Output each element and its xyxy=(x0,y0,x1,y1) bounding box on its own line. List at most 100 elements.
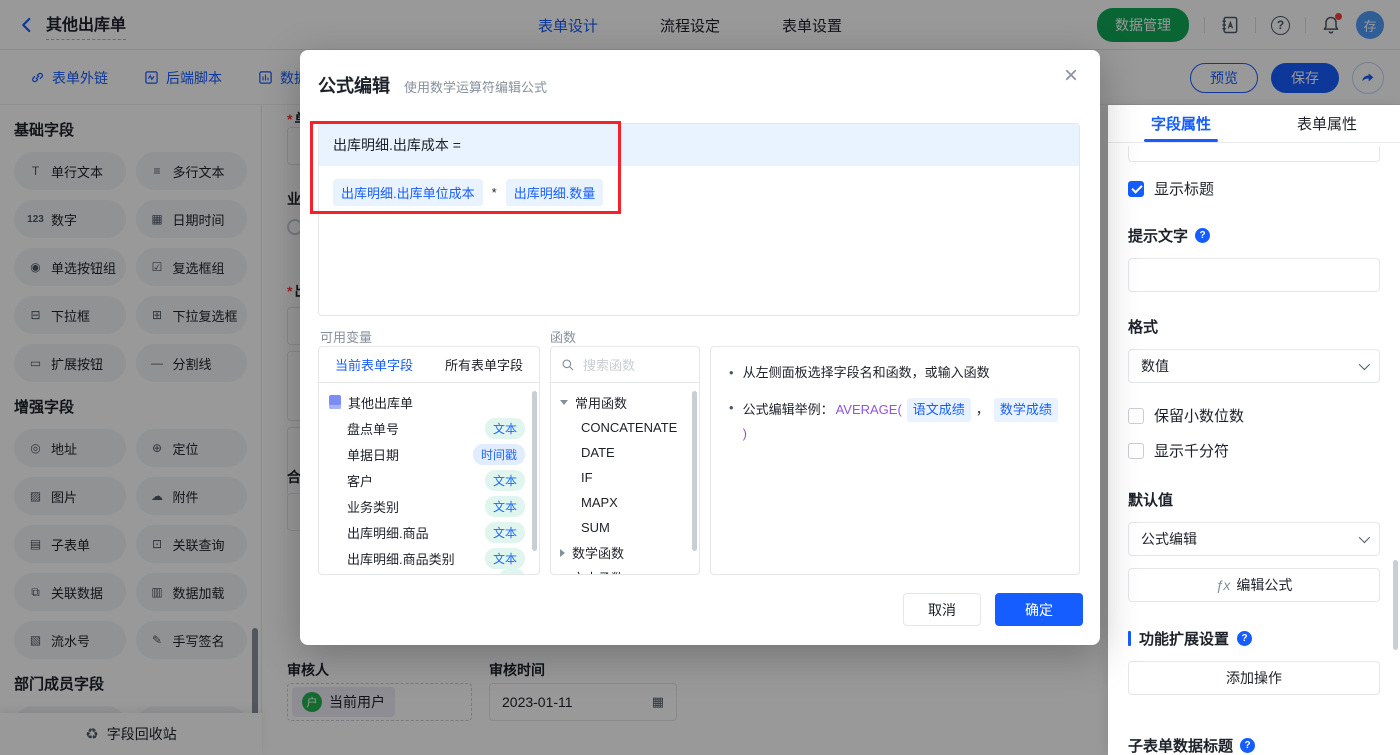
function-item-sum[interactable]: SUM xyxy=(551,515,699,540)
function-search[interactable]: 搜索函数 xyxy=(551,347,699,383)
functions-panel: 搜索函数 常用函数 CONCATENATE DATE IF MAPX SUM 数… xyxy=(550,346,700,575)
formula-operator: * xyxy=(491,185,497,200)
function-group-text[interactable]: 文本函数 xyxy=(551,565,699,574)
confirm-button[interactable]: 确定 xyxy=(995,593,1083,626)
tab-form-properties[interactable]: 表单属性 xyxy=(1254,105,1400,142)
chevron-right-icon xyxy=(560,573,565,574)
variable-tree-root[interactable]: 其他出库单 xyxy=(319,389,539,415)
thousands-label: 显示千分符 xyxy=(1154,443,1230,460)
example-function-close: ) xyxy=(742,426,747,441)
keep-decimals-label: 保留小数位数 xyxy=(1154,408,1245,425)
root-name: 其他出库单 xyxy=(348,395,414,411)
tab-current-form-fields[interactable]: 当前表单字段 xyxy=(319,347,429,382)
format-select[interactable]: 数值 xyxy=(1128,349,1380,383)
search-icon xyxy=(562,358,574,370)
add-action-button[interactable]: 添加操作 xyxy=(1128,661,1380,695)
checkbox-checked[interactable] xyxy=(1128,180,1144,197)
type-badge: 文本 xyxy=(484,521,525,543)
tab-all-form-fields[interactable]: 所有表单字段 xyxy=(429,347,539,382)
variable-name: 出库明细.商品 xyxy=(347,525,429,541)
show-title-row[interactable]: 显示标题 xyxy=(1128,178,1380,199)
example-field-chip: 数学成绩 xyxy=(993,398,1058,422)
show-title-label: 显示标题 xyxy=(1154,181,1215,198)
section-bar xyxy=(1128,631,1131,646)
variable-row[interactable]: 出库明细.商品类别 文本 xyxy=(319,545,539,571)
variable-row[interactable]: 单据日期 时间戳 xyxy=(319,441,539,467)
extension-settings-section: 功能扩展设置 ? xyxy=(1128,628,1380,649)
label-text: 格式 xyxy=(1128,319,1159,336)
edit-formula-button[interactable]: ƒx 编辑公式 xyxy=(1128,568,1380,602)
example-function-name: AVERAGE( xyxy=(835,402,902,417)
default-value-select[interactable]: 公式编辑 xyxy=(1128,522,1380,556)
modal-subtitle: 使用数学运算符编辑公式 xyxy=(404,80,548,95)
variable-name: 客户 xyxy=(347,473,374,489)
variable-row[interactable]: 出库明细.商品 文本 xyxy=(319,519,539,545)
variables-label: 可用变量 xyxy=(320,330,373,345)
chevron-down-icon xyxy=(1358,531,1371,544)
type-badge: 时间戳 xyxy=(472,443,525,465)
group-label: 常用函数 xyxy=(575,396,628,411)
question-icon[interactable]: ? xyxy=(1195,228,1211,243)
variables-panel: 当前表单字段 所有表单字段 其他出库单 盘点单号 文本 单据日期 时间戳 客户 … xyxy=(318,346,540,575)
button-label: 添加操作 xyxy=(1226,670,1282,686)
properties-panel: 字段属性 表单属性 显示标题 提示文字 ? 格式 数值 保留小数位数 显示千分符 xyxy=(1108,105,1400,755)
function-group-math[interactable]: 数学函数 xyxy=(551,540,699,565)
cancel-button[interactable]: 取消 xyxy=(903,593,981,626)
example-field-chip: 语文成绩 xyxy=(906,398,971,422)
chevron-down-icon xyxy=(560,400,568,405)
tip-example-prefix: 公式编辑举例： xyxy=(742,402,834,417)
subform-data-title-label: 子表单数据标题 ? xyxy=(1128,735,1380,755)
keep-decimals-row[interactable]: 保留小数位数 xyxy=(1128,405,1380,426)
formula-target: 出库明细.出库成本 = xyxy=(319,124,1079,166)
close-icon[interactable]: × xyxy=(1064,64,1078,88)
type-badge: 文本 xyxy=(484,495,525,517)
functions-label: 函数 xyxy=(550,330,577,345)
variable-name: 单据日期 xyxy=(347,447,400,463)
variable-row[interactable]: 业务类别 文本 xyxy=(319,493,539,519)
function-item-if[interactable]: IF xyxy=(551,465,699,490)
comma: ， xyxy=(975,402,989,417)
section-title: 功能扩展设置 xyxy=(1139,631,1230,648)
properties-scrollbar[interactable] xyxy=(1393,560,1398,650)
variable-name: 盘点单号 xyxy=(347,421,400,437)
search-placeholder: 搜索函数 xyxy=(583,358,636,373)
fx-icon: ƒx xyxy=(1215,577,1231,593)
variable-row[interactable]: 客户 文本 xyxy=(319,467,539,493)
group-label: 数学函数 xyxy=(572,546,625,561)
checkbox-unchecked[interactable] xyxy=(1128,407,1144,424)
tips-panel: • 从左侧面板选择字段名和函数，或输入函数 • 公式编辑举例： AVERAGE(… xyxy=(710,346,1080,575)
variable-row[interactable]: 盘点单号 文本 xyxy=(319,415,539,441)
question-icon[interactable]: ? xyxy=(1237,631,1253,646)
formula-editor[interactable]: 出库明细.出库成本 = 出库明细.出库单位成本 * 出库明细.数量 xyxy=(318,123,1080,316)
tab-field-properties[interactable]: 字段属性 xyxy=(1108,105,1254,142)
group-label: 文本函数 xyxy=(572,568,624,574)
type-badge: 文本 xyxy=(484,469,525,491)
formula-operand-chip[interactable]: 出库明细.数量 xyxy=(505,179,604,206)
thousands-row[interactable]: 显示千分符 xyxy=(1128,440,1380,461)
function-group-common[interactable]: 常用函数 xyxy=(551,390,699,415)
label-text: 默认值 xyxy=(1128,492,1174,509)
formula-operand-chip[interactable]: 出库明细.出库单位成本 xyxy=(333,179,483,206)
formula-edit-modal: 公式编辑 使用数学运算符编辑公式 × 出库明细.出库成本 = 出库明细.出库单位… xyxy=(300,50,1100,645)
question-icon[interactable]: ? xyxy=(1240,738,1256,753)
variable-name: 出库明细.商品类别 xyxy=(347,551,455,567)
bullet: • xyxy=(729,400,734,415)
type-badge: 文本 xyxy=(484,547,525,569)
chevron-down-icon xyxy=(1358,358,1371,371)
functions-scrollbar[interactable] xyxy=(692,391,697,551)
label-text: 子表单数据标题 xyxy=(1128,738,1234,755)
select-value: 公式编辑 xyxy=(1141,531,1197,547)
select-value: 数值 xyxy=(1141,358,1169,374)
label-text: 提示文字 xyxy=(1128,228,1189,245)
checkbox-unchecked[interactable] xyxy=(1128,442,1144,459)
type-badge-clipped xyxy=(498,569,525,574)
function-item-mapx[interactable]: MAPX xyxy=(551,490,699,515)
title-input-partial[interactable] xyxy=(1128,146,1380,162)
hint-text-label: 提示文字 ? xyxy=(1128,225,1380,246)
function-item-date[interactable]: DATE xyxy=(551,440,699,465)
function-item-concatenate[interactable]: CONCATENATE xyxy=(551,415,699,440)
variables-scrollbar[interactable] xyxy=(532,391,537,551)
button-label: 编辑公式 xyxy=(1236,577,1293,593)
hint-text-input[interactable] xyxy=(1128,258,1380,292)
default-value-label: 默认值 xyxy=(1128,489,1380,510)
